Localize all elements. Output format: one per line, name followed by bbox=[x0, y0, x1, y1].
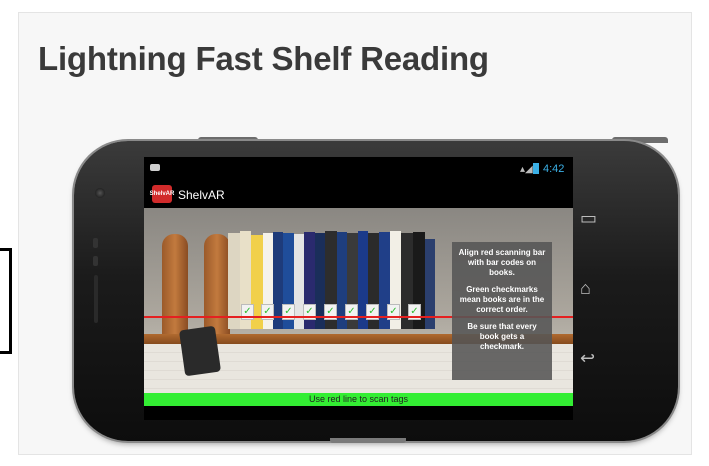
battery-icon bbox=[533, 163, 539, 174]
instruction-checkmarks: Green checkmarks mean books are in the c… bbox=[459, 285, 545, 314]
bookend-left bbox=[162, 234, 188, 344]
instruction-every-book: Be sure that every book gets a checkmark… bbox=[467, 322, 537, 351]
front-camera-icon bbox=[95, 188, 105, 198]
app-logo-text: ShelvAR bbox=[149, 191, 175, 197]
left-frame-bracket bbox=[0, 248, 12, 354]
back-icon[interactable]: ↩ bbox=[580, 348, 595, 369]
camera-viewfinder[interactable]: ✓ ✓ ✓ ✓ ✓ ✓ ✓ ✓ ✓ Align red scanning bar… bbox=[144, 208, 573, 393]
scan-status-bar: Use red line to scan tags bbox=[144, 393, 573, 406]
phone-side-mark bbox=[93, 238, 98, 248]
signal-icon: ▴◢ bbox=[520, 164, 533, 175]
instructions-overlay: Align red scanning bar with bar codes on… bbox=[452, 242, 552, 380]
recent-apps-icon[interactable]: ▭ bbox=[580, 208, 597, 229]
notification-icon bbox=[150, 164, 160, 171]
slide-heading: Lightning Fast Shelf Reading bbox=[38, 40, 489, 77]
home-icon[interactable]: ⌂ bbox=[580, 278, 591, 299]
phone-side-mark bbox=[93, 256, 98, 266]
app-title: ShelvAR bbox=[178, 188, 225, 202]
app-logo-icon[interactable]: ShelvAR bbox=[149, 185, 175, 203]
app-action-bar: ShelvAR ShelvAR bbox=[144, 181, 573, 207]
phone-speaker-slot bbox=[94, 275, 98, 323]
book-spine bbox=[228, 233, 240, 329]
instruction-align: Align red scanning bar with bar codes on… bbox=[458, 248, 546, 277]
phone-screen: ▴◢ 4:42 ShelvAR ShelvAR ✓ ✓ ✓ ✓ ✓ ✓ ✓ ✓ … bbox=[144, 157, 573, 420]
scanner-device bbox=[178, 325, 222, 377]
status-bar: ▴◢ 4:42 bbox=[144, 157, 573, 181]
phone-bottom-button bbox=[330, 438, 406, 443]
status-time: 4:42 bbox=[543, 163, 565, 175]
